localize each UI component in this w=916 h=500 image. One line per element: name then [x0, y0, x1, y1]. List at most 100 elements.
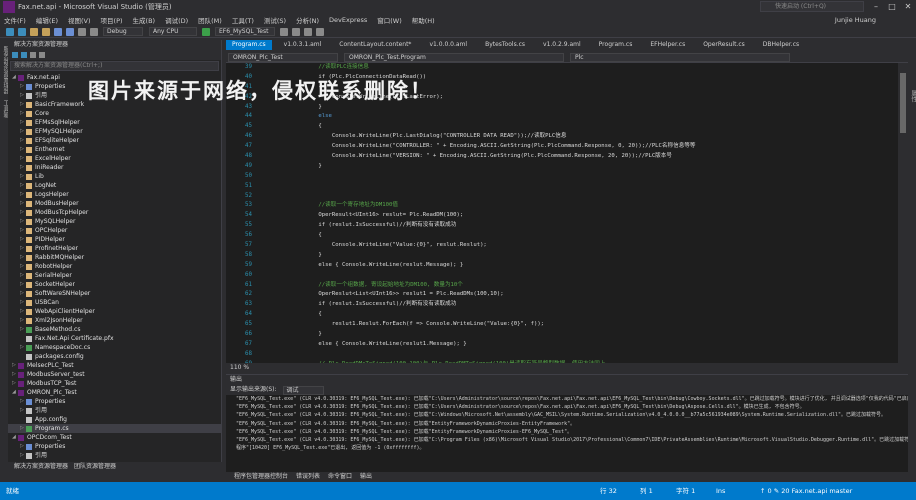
tree-item[interactable]: ▷ MelsecPLC_Test [8, 361, 221, 370]
document-tab[interactable]: DBHelper.cs [757, 40, 805, 50]
code-line[interactable] [278, 192, 898, 202]
menu-build[interactable]: 生成(B) [133, 15, 156, 25]
minimize-button[interactable]: – [868, 0, 884, 14]
tab-output[interactable]: 输出 [360, 472, 372, 482]
tree-item[interactable]: ▷ ExcelHelper [8, 154, 221, 163]
tree-item[interactable]: ▷ ModbusServer_test [8, 370, 221, 379]
tree-item[interactable]: ▷ EFSqliteHelper [8, 136, 221, 145]
document-tab[interactable]: v1.0.2.9.aml [537, 40, 587, 50]
output-line[interactable]: "EF6_MySQL_Test.exe" (CLR v4.0.30319: EF… [226, 428, 908, 436]
tree-item[interactable]: ▷ ModBusHelper [8, 199, 221, 208]
start-debug-icon[interactable] [202, 27, 210, 36]
menu-analyze[interactable]: 分析(N) [296, 15, 319, 25]
tree-item[interactable]: ▷ OPCHelper [8, 226, 221, 235]
document-tab[interactable]: v1.0.0.0.aml [423, 40, 473, 50]
toolbar-tool-icon[interactable] [316, 27, 324, 36]
menu-devexpress[interactable]: DevExpress [329, 16, 367, 24]
document-tab[interactable]: BytesTools.cs [479, 40, 531, 50]
menu-window[interactable]: 窗口(W) [377, 15, 402, 25]
tree-item[interactable]: ◢ OPCDcom_Test [8, 433, 221, 442]
tree-item[interactable]: ▷ SoftWareSNHelper [8, 289, 221, 298]
output-line[interactable]: 程序"[10420] EF6_MySQL_Test.exe"已退出, 返回值为 … [226, 444, 908, 452]
code-line[interactable] [278, 182, 898, 192]
code-line[interactable]: //读取PLC连接信息 [278, 63, 898, 73]
startup-project-select[interactable]: EF6_MySQL_Test [215, 27, 275, 36]
document-tab[interactable]: EFHelper.cs [644, 40, 691, 50]
quick-launch-input[interactable]: 快速启动 (Ctrl+Q) [760, 1, 864, 12]
output-line[interactable]: "EF6_MySQL_Test.exe" (CLR v4.0.30319: EF… [226, 395, 908, 403]
code-line[interactable]: if (reslut.IsSuccessful)//判断有没有读取成功 [278, 221, 898, 231]
new-project-icon[interactable] [30, 27, 38, 36]
save-all-icon[interactable] [66, 27, 74, 36]
document-tab[interactable]: ContentLayout.content* [333, 40, 417, 50]
tree-item[interactable]: ▷ USBCan [8, 298, 221, 307]
tree-item[interactable]: ▷ LogsHelper [8, 190, 221, 199]
tab-command-window[interactable]: 命令窗口 [328, 472, 352, 482]
status-source-control[interactable]: ↑ 0 ✎ 20 Fax.net.api master [760, 482, 852, 500]
menu-view[interactable]: 视图(V) [68, 15, 91, 25]
tab-solution-explorer[interactable]: 解决方案资源管理器 [14, 462, 68, 472]
forward-icon[interactable] [21, 52, 27, 58]
zoom-level[interactable]: 110 % [230, 363, 249, 372]
menu-help[interactable]: 帮助(H) [412, 15, 435, 25]
tree-item[interactable]: ▷ NamespaceDoc.cs [8, 343, 221, 352]
menu-project[interactable]: 项目(P) [101, 15, 123, 25]
code-line[interactable]: //读取一个寄存地址为DM100值 [278, 201, 898, 211]
tab-error-list[interactable]: 错误列表 [296, 472, 320, 482]
code-line[interactable] [278, 271, 898, 281]
tree-item[interactable]: ▷ ModbusTCP_Test [8, 379, 221, 388]
tree-item[interactable]: ▷ IniReader [8, 163, 221, 172]
scrollbar-thumb[interactable] [900, 73, 906, 133]
tree-item[interactable]: ▷ Core [8, 109, 221, 118]
code-line[interactable]: { [278, 231, 898, 241]
code-line[interactable]: OperReslut<List<UInt16>> reslut1 = Plc.R… [278, 290, 898, 300]
tree-item[interactable]: ▷ LogNet [8, 181, 221, 190]
tab-team-explorer[interactable]: 团队资源管理器 [74, 462, 116, 472]
code-editor[interactable]: 39 40 41 42 43 44 45 46 47 48 49 50 51 52 53 54 55 56 57 58… [226, 63, 908, 363]
menu-tools[interactable]: 工具(T) [232, 15, 254, 25]
output-line[interactable]: "EF6_MySQL_Test.exe" (CLR v4.0.30319: EF… [226, 411, 908, 419]
project-nav-select[interactable]: OMRON_Plc_Test [228, 52, 338, 62]
code-line[interactable]: { [278, 310, 898, 320]
save-icon[interactable] [54, 27, 62, 36]
code-line[interactable]: Console.WriteLine(Plc.LastDialog("CONTRO… [278, 132, 898, 142]
tree-item[interactable]: ▷ Xml2JsonHelper [8, 316, 221, 325]
tree-item[interactable]: ▷ PIDHelper [8, 235, 221, 244]
output-line[interactable]: "EF6_MySQL_Test.exe" (CLR v4.0.30319: EF… [226, 403, 908, 411]
menu-edit[interactable]: 编辑(E) [36, 15, 58, 25]
code-line[interactable] [278, 172, 898, 182]
menu-file[interactable]: 文件(F) [4, 15, 26, 25]
tree-item[interactable]: ▷ EFMsSqlHelper [8, 118, 221, 127]
code-line[interactable]: else { Console.WriteLine(reslut1.Message… [278, 340, 898, 350]
home-icon[interactable] [30, 52, 36, 58]
back-icon[interactable] [6, 27, 14, 36]
code-line[interactable]: Console.WriteLine("CONTROLLER: " + Encod… [278, 142, 898, 152]
document-tab[interactable]: Program.cs [226, 40, 272, 50]
forward-icon[interactable] [18, 27, 26, 36]
code-content[interactable]: //读取PLC连接信息 if (Plc.PlcConnectionDataRea… [278, 63, 898, 363]
type-nav-select[interactable]: OMRON_Plc_Test.Program [344, 52, 564, 62]
tree-item[interactable]: ▷ EFMySQLHelper [8, 127, 221, 136]
maximize-button[interactable]: □ [884, 0, 900, 14]
output-line[interactable]: "EF6_MySQL_Test.exe" (CLR v4.0.30319: EF… [226, 436, 908, 444]
code-line[interactable] [278, 350, 898, 360]
redo-icon[interactable] [90, 27, 98, 36]
tree-item[interactable]: ▷ Program.cs [8, 424, 221, 433]
undo-icon[interactable] [78, 27, 86, 36]
tree-item[interactable]: ▷ Properties [8, 442, 221, 451]
open-icon[interactable] [42, 27, 50, 36]
tree-item[interactable]: ▷ SerialHelper [8, 271, 221, 280]
menu-debug[interactable]: 调试(D) [165, 15, 188, 25]
platform-select[interactable]: Any CPU [149, 27, 197, 36]
code-line[interactable]: Console.WriteLine("Value:{0}", reslut.Re… [278, 241, 898, 251]
tree-item[interactable]: ▷ Properties [8, 397, 221, 406]
tree-item[interactable]: packages.config [8, 352, 221, 361]
tree-item[interactable]: ▷ 引用 [8, 406, 221, 415]
back-icon[interactable] [12, 52, 18, 58]
tree-item[interactable]: ▷ ProfinetHelper [8, 244, 221, 253]
tree-item[interactable]: ▷ ModBusTcpHelper [8, 208, 221, 217]
document-tab[interactable]: OperResult.cs [697, 40, 751, 50]
menu-team[interactable]: 团队(M) [198, 15, 222, 25]
tree-item[interactable]: ▷ WebApiClientHelper [8, 307, 221, 316]
code-line[interactable]: { [278, 122, 898, 132]
